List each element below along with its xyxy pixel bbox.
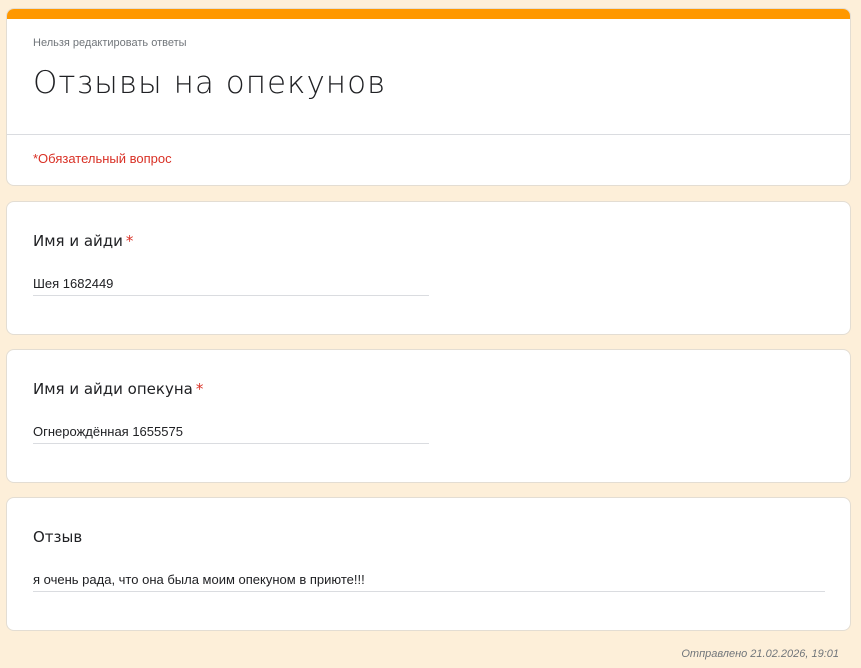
no-edit-notice: Нельзя редактировать ответы: [33, 37, 187, 49]
question-label: Имя и айди *: [33, 232, 133, 250]
question-label-text: Отзыв: [33, 528, 83, 546]
question-label: Отзыв: [33, 528, 82, 546]
required-star: *: [125, 232, 134, 250]
required-star: *: [195, 380, 204, 398]
accent-bar: [7, 9, 850, 19]
answer-text: я очень рада, что она была моим опекуном…: [33, 572, 825, 592]
form-title: Отзывы на опекунов: [33, 65, 387, 101]
header-divider: [7, 134, 850, 135]
answer-text: Огнерождённая 1655575: [33, 424, 429, 444]
question-label: Имя и айди опекуна *: [33, 380, 203, 398]
question-label-text: Имя и айди опекуна: [33, 380, 193, 398]
question-label-text: Имя и айди: [33, 232, 123, 250]
submitted-timestamp: Отправлено 21.02.2026, 19:01: [681, 648, 839, 660]
question-card-name-id: Имя и айди * Шея 1682449: [6, 201, 851, 335]
question-card-guardian-name-id: Имя и айди опекуна * Огнерождённая 165557…: [6, 349, 851, 483]
question-card-review: Отзыв я очень рада, что она была моим оп…: [6, 497, 851, 631]
required-note: *Обязательный вопрос: [33, 151, 172, 166]
answer-text: Шея 1682449: [33, 276, 429, 296]
form-header-card: Нельзя редактировать ответы Отзывы на оп…: [6, 8, 851, 186]
